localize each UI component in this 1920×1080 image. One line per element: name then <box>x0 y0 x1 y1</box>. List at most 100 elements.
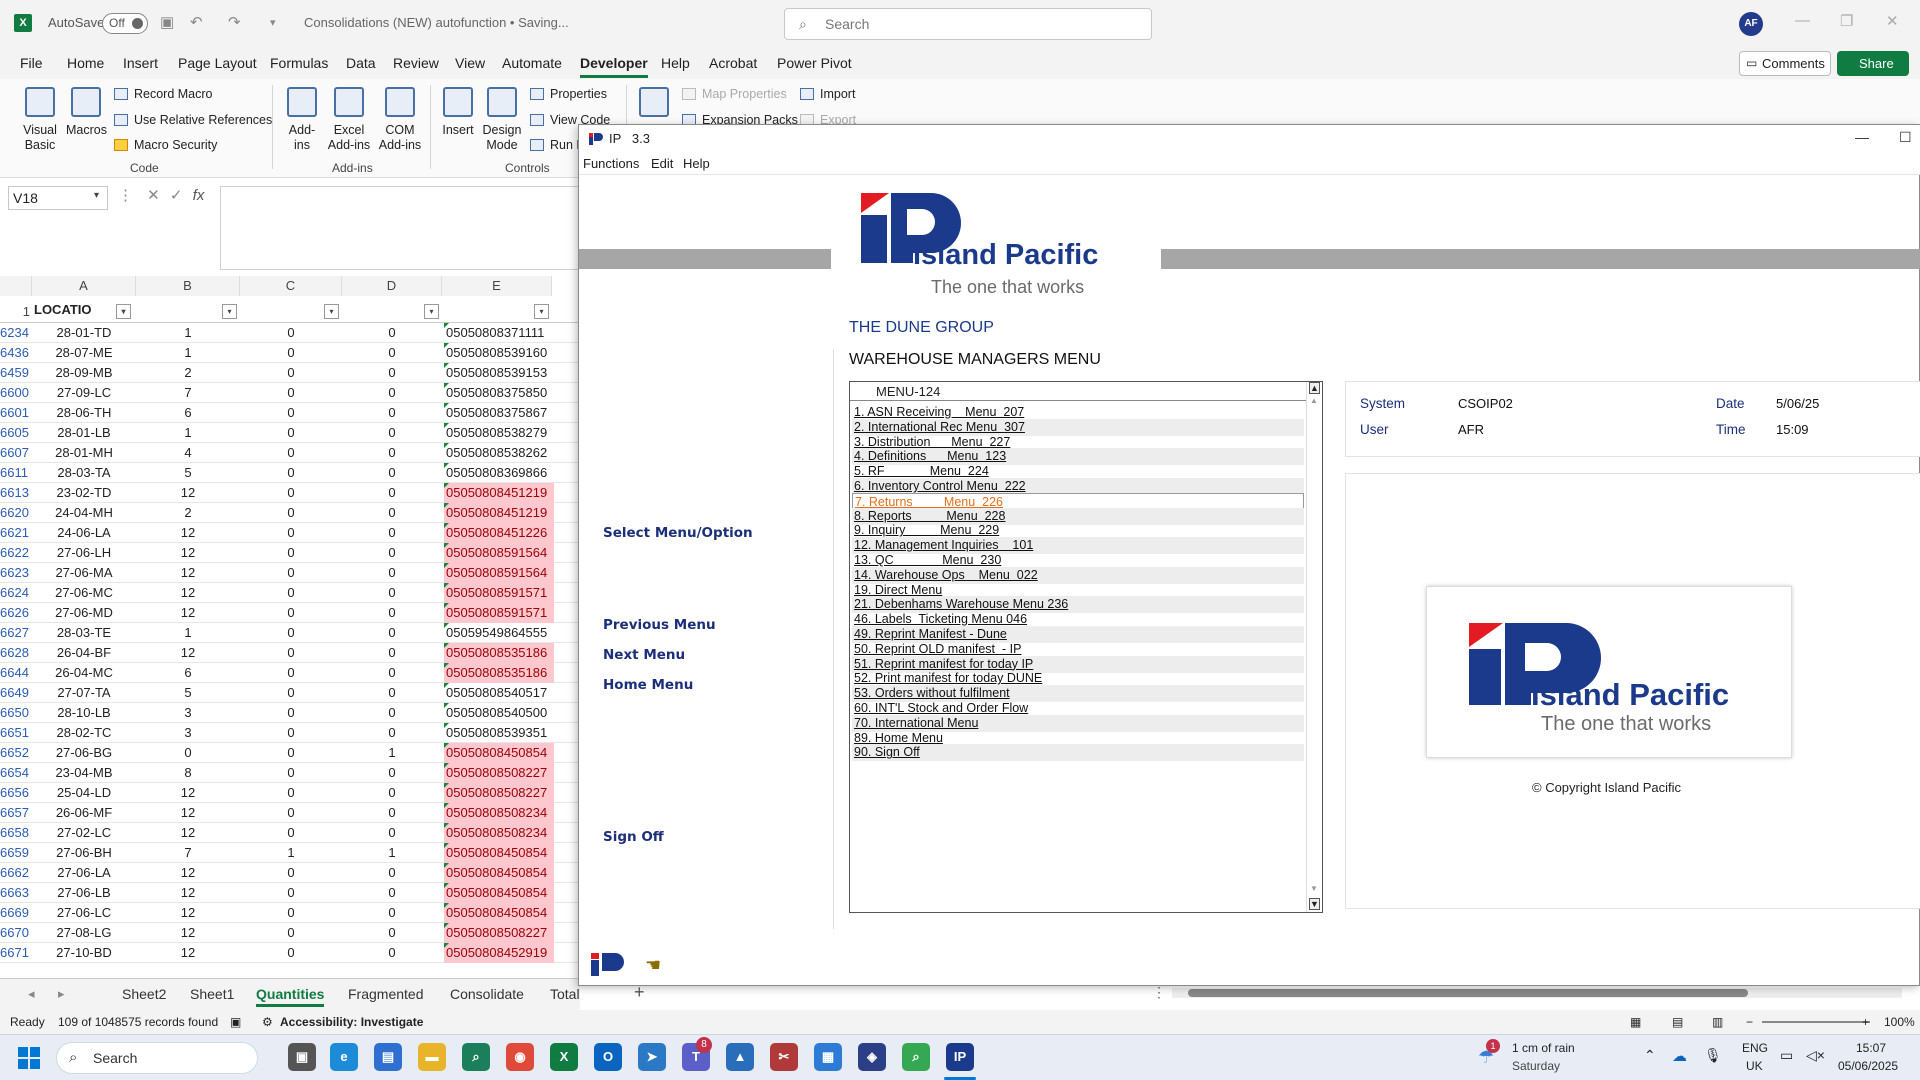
cell-location[interactable]: 27-06-LH <box>32 543 136 563</box>
cell-c[interactable]: 1 <box>240 843 342 863</box>
zoom-out-icon[interactable]: − <box>1746 1015 1753 1029</box>
row-number[interactable]: 6662 <box>0 863 30 883</box>
tab-help[interactable]: Help <box>661 55 690 71</box>
cell-location[interactable]: 26-04-BF <box>32 643 136 663</box>
search-app-icon[interactable]: ⌕ <box>902 1043 930 1071</box>
cell-e[interactable]: 05050808452919 <box>444 943 554 963</box>
macro-recording-icon[interactable]: ▣ <box>230 1015 241 1029</box>
cell-location[interactable]: 26-04-MC <box>32 663 136 683</box>
tab-file[interactable]: File <box>20 55 43 71</box>
cell-d[interactable]: 0 <box>342 423 442 443</box>
document-title[interactable]: Consolidations (NEW) autofunction • Savi… <box>304 15 569 30</box>
cell-location[interactable]: 23-04-MB <box>32 763 136 783</box>
insert-function-icon[interactable]: fx <box>193 187 205 204</box>
redo-icon[interactable]: ↷ <box>228 13 241 31</box>
store-icon[interactable]: ▤ <box>374 1043 402 1071</box>
row-number[interactable]: 6659 <box>0 843 30 863</box>
sign-off-button[interactable]: Sign Off <box>603 829 664 845</box>
row-number[interactable]: 6656 <box>0 783 30 803</box>
minimize-icon[interactable]: — <box>1855 129 1869 145</box>
taskbar-search[interactable]: ⌕ Search <box>56 1042 258 1074</box>
record-macro-button[interactable]: Record Macro <box>114 87 213 101</box>
excel-taskbar-icon[interactable]: X <box>550 1043 578 1071</box>
cell-d[interactable]: 0 <box>342 723 442 743</box>
zoom-level[interactable]: 100% <box>1884 1015 1915 1029</box>
microphone-icon[interactable]: 🎙 <box>1704 1047 1722 1064</box>
cell-e[interactable]: 05050808451219 <box>444 503 554 523</box>
sheet-tab[interactable]: Sheet2 <box>122 986 166 1002</box>
cell-b[interactable]: 12 <box>136 583 240 603</box>
cell-b[interactable]: 2 <box>136 363 240 383</box>
sheet-tab-active[interactable]: Quantities <box>256 986 325 1007</box>
cell-location[interactable]: 27-06-MC <box>32 583 136 603</box>
cell-c[interactable]: 0 <box>240 943 342 963</box>
sheet-tab[interactable]: Sheet1 <box>190 986 234 1002</box>
cell-b[interactable]: 7 <box>136 383 240 403</box>
edge-icon[interactable]: e <box>330 1043 358 1071</box>
onedrive-icon[interactable]: ☁ <box>1672 1047 1687 1065</box>
cell-c[interactable]: 0 <box>240 723 342 743</box>
cell-d[interactable]: 0 <box>342 763 442 783</box>
cell-location[interactable]: 28-03-TA <box>32 463 136 483</box>
outlook-icon[interactable]: O <box>594 1043 622 1071</box>
cell-location[interactable]: 27-06-MD <box>32 603 136 623</box>
cell-d[interactable]: 0 <box>342 603 442 623</box>
cell-d[interactable]: 0 <box>342 923 442 943</box>
cell-c[interactable]: 0 <box>240 463 342 483</box>
cell-b[interactable]: 12 <box>136 883 240 903</box>
chrome-icon[interactable]: ◉ <box>506 1043 534 1071</box>
chevron-down-icon[interactable]: ▾ <box>94 190 99 201</box>
row-number[interactable]: 6611 <box>0 463 30 483</box>
cell-d[interactable]: 0 <box>342 443 442 463</box>
cell-location[interactable]: 25-04-LD <box>32 783 136 803</box>
cell-c[interactable]: 0 <box>240 363 342 383</box>
sheet-tab[interactable]: Consolidate <box>450 986 524 1002</box>
minimize-icon[interactable]: — <box>1795 12 1810 29</box>
cell-c[interactable]: 0 <box>240 903 342 923</box>
cell-c[interactable]: 0 <box>240 663 342 683</box>
scroll-up-icon[interactable]: ▲ <box>1310 396 1318 405</box>
cell-location[interactable]: 28-09-MB <box>32 363 136 383</box>
cell-location[interactable]: 28-10-LB <box>32 703 136 723</box>
cell-location[interactable]: 27-06-BH <box>32 843 136 863</box>
cell-d[interactable]: 0 <box>342 563 442 583</box>
cell-e[interactable]: 05050808375867 <box>444 403 554 423</box>
avatar[interactable]: AF <box>1739 12 1763 36</box>
cell-c[interactable]: 0 <box>240 603 342 623</box>
menu-scrollbar[interactable]: ▲ ▲ ▼ ▼ <box>1306 382 1322 912</box>
cell-c[interactable]: 0 <box>240 503 342 523</box>
worksheet-grid[interactable]: A B C D E 1 LOCATIO ▾ ▾ ▾ ▾ ▾ 6234 28-01-T… <box>0 276 580 978</box>
cancel-icon[interactable]: ✕ <box>147 187 160 204</box>
column-header-c[interactable]: C <box>240 276 342 296</box>
cell-d[interactable]: 0 <box>342 883 442 903</box>
cell-e[interactable]: 05050808591571 <box>444 583 554 603</box>
cell-d[interactable]: 0 <box>342 583 442 603</box>
cell-b[interactable]: 1 <box>136 623 240 643</box>
remote-icon[interactable]: ◈ <box>858 1043 886 1071</box>
photos-icon[interactable]: ▲ <box>726 1043 754 1071</box>
filter-icon[interactable]: ▾ <box>116 304 131 319</box>
tab-power-pivot[interactable]: Power Pivot <box>777 55 852 71</box>
source-button[interactable] <box>636 87 672 123</box>
cell-d[interactable]: 0 <box>342 623 442 643</box>
cell-b[interactable]: 6 <box>136 663 240 683</box>
row-number[interactable]: 6607 <box>0 443 30 463</box>
cell-b[interactable]: 3 <box>136 703 240 723</box>
cell-location[interactable]: 28-07-ME <box>32 343 136 363</box>
cell-e[interactable]: 05059549864555 <box>444 623 554 643</box>
cell-location[interactable]: 28-01-LB <box>32 423 136 443</box>
row-number[interactable]: 6627 <box>0 623 30 643</box>
cell-e[interactable]: 05050808451219 <box>444 483 554 503</box>
design-mode-button[interactable]: Design Mode <box>482 87 522 153</box>
row-number[interactable]: 6620 <box>0 503 30 523</box>
add-ins-button[interactable]: Add-ins <box>282 87 322 153</box>
customize-qat-icon[interactable]: ▾ <box>270 16 276 29</box>
tab-insert[interactable]: Insert <box>123 55 158 71</box>
cell-location[interactable]: 27-02-LC <box>32 823 136 843</box>
cell-d[interactable]: 0 <box>342 383 442 403</box>
tab-review[interactable]: Review <box>393 55 439 71</box>
cell-b[interactable]: 3 <box>136 723 240 743</box>
row-number[interactable]: 6600 <box>0 383 30 403</box>
sheet-tab[interactable]: Fragmented <box>348 986 423 1002</box>
header-cell-location[interactable]: LOCATIO ▾ <box>34 296 134 323</box>
